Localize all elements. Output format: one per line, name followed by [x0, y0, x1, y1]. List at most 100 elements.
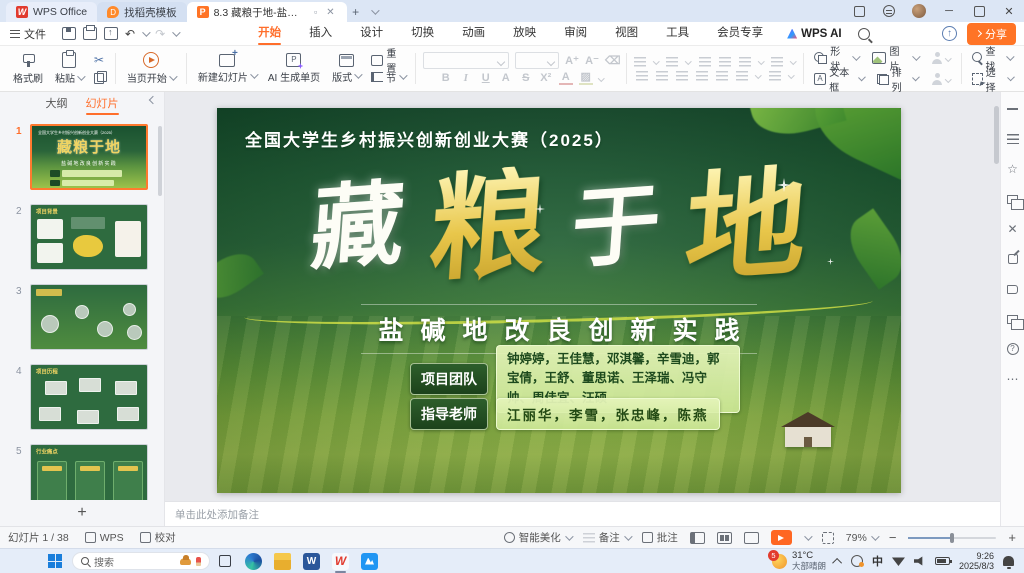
- objects-icon[interactable]: [1006, 192, 1020, 206]
- taskbar-clock[interactable]: 9:26 2025/8/3: [959, 551, 994, 572]
- task-view-button[interactable]: [216, 553, 233, 570]
- tab-docer-templates[interactable]: D 找稻壳模板: [97, 2, 187, 22]
- sync-tray-icon[interactable]: [851, 555, 863, 567]
- sidebar-scrollbar[interactable]: [158, 126, 162, 196]
- notes-button[interactable]: 备注: [583, 530, 630, 545]
- windows-start-button[interactable]: [48, 554, 62, 568]
- undo-dropdown-icon[interactable]: [142, 28, 150, 36]
- tab-view[interactable]: 视图: [601, 22, 652, 45]
- shapes-dropdown-icon[interactable]: [852, 52, 860, 60]
- arrange-button[interactable]: 排列: [874, 71, 920, 88]
- tools-icon[interactable]: ✕: [1006, 222, 1020, 236]
- taskbar-search-box[interactable]: 搜索: [72, 552, 210, 570]
- smart-beautify-button[interactable]: 智能美化: [504, 530, 571, 545]
- notification-bell-icon[interactable]: [1003, 556, 1014, 566]
- notes-dropdown-icon[interactable]: [624, 532, 632, 540]
- slide-main-title[interactable]: 藏 粮 于 地: [217, 146, 901, 306]
- layout-dropdown-icon[interactable]: [354, 70, 362, 78]
- slide-thumbnail-3[interactable]: 3: [30, 284, 148, 350]
- teacher-box[interactable]: 指导老师 江丽华，李雪，张忠峰，陈燕: [410, 398, 720, 430]
- zoom-out-button[interactable]: −: [889, 530, 897, 545]
- select-button[interactable]: 选择: [969, 71, 1015, 88]
- cloud-app-icon[interactable]: [361, 553, 378, 570]
- minimize-button[interactable]: ─: [934, 0, 964, 22]
- zoom-level[interactable]: 79%: [846, 532, 877, 544]
- find-dropdown-icon[interactable]: [1007, 53, 1015, 61]
- tab-design[interactable]: 设计: [346, 22, 397, 45]
- picture-dropdown-icon[interactable]: [912, 52, 920, 60]
- undo-icon[interactable]: ↶: [125, 27, 135, 41]
- tab-transitions[interactable]: 切换: [397, 22, 448, 45]
- add-slide-button[interactable]: +: [0, 500, 164, 526]
- slide-sorter-view-button[interactable]: [717, 532, 732, 544]
- favorites-star-icon[interactable]: ☆: [1006, 162, 1020, 176]
- tab-home[interactable]: 开始: [244, 22, 295, 45]
- font-family-select[interactable]: [423, 52, 509, 69]
- notes-bar[interactable]: 单击此处添加备注: [165, 501, 1000, 526]
- edge-browser-icon[interactable]: [245, 553, 262, 570]
- beautify-dropdown-icon[interactable]: [565, 532, 573, 540]
- properties-icon[interactable]: [1006, 132, 1020, 146]
- slide-thumbnail-4[interactable]: 4 项目历程: [30, 364, 148, 430]
- tab-member[interactable]: 会员专享: [703, 22, 777, 45]
- file-explorer-icon[interactable]: [274, 553, 291, 570]
- normal-view-button[interactable]: [690, 532, 705, 544]
- outline-tab[interactable]: 大纲: [46, 95, 68, 111]
- customize-toolbar-dropdown[interactable]: [172, 28, 180, 36]
- wps-ai-button[interactable]: WPS AI: [777, 28, 851, 40]
- help-icon[interactable]: ?: [1006, 342, 1020, 356]
- cut-button[interactable]: ✂: [91, 52, 108, 69]
- print-icon[interactable]: [83, 27, 97, 40]
- tab-tools[interactable]: 工具: [652, 22, 703, 45]
- layout-button[interactable]: 版式: [328, 53, 364, 85]
- wifi-icon[interactable]: [892, 556, 905, 566]
- tab-slideshow[interactable]: 放映: [499, 22, 550, 45]
- slide-thumbnail-5[interactable]: 5 行业痛点: [30, 444, 148, 500]
- textbox-button[interactable]: A文本框: [811, 71, 867, 88]
- ai-generate-page-button[interactable]: P AI 生成单页: [264, 52, 324, 85]
- tab-insert[interactable]: 插入: [295, 22, 346, 45]
- comments-button[interactable]: 批注: [642, 530, 678, 545]
- select-dropdown-icon[interactable]: [1007, 74, 1015, 82]
- textbox-dropdown-icon[interactable]: [858, 74, 866, 82]
- paste-button[interactable]: 粘贴: [51, 51, 87, 86]
- save-icon[interactable]: [62, 27, 76, 40]
- wps-assistant-button[interactable]: WPS: [85, 532, 124, 544]
- canvas-scrollbar[interactable]: [994, 106, 999, 164]
- zoom-slider[interactable]: [908, 537, 996, 539]
- zoom-dropdown-icon[interactable]: [871, 532, 879, 540]
- template-icon[interactable]: [1006, 252, 1020, 266]
- close-button[interactable]: ✕: [994, 0, 1024, 22]
- export-icon[interactable]: [104, 27, 118, 40]
- account-avatar[interactable]: [904, 0, 934, 22]
- search-icon[interactable]: [858, 28, 870, 40]
- play-from-current-button[interactable]: 当页开始: [123, 51, 179, 86]
- section-dropdown-icon[interactable]: [399, 71, 407, 79]
- format-painter-button[interactable]: 格式刷: [9, 52, 47, 86]
- tab-layout-icon[interactable]: [844, 0, 874, 22]
- tab-current-document[interactable]: P 8.3 藏粮于地-盐碱地改良创新 ▫ ✕: [187, 2, 347, 22]
- tab-split-icon[interactable]: ▫: [312, 7, 319, 17]
- tab-wps-home[interactable]: W WPS Office: [6, 2, 97, 22]
- word-app-icon[interactable]: W: [303, 553, 320, 570]
- show-hidden-icons-button[interactable]: [832, 557, 842, 567]
- tab-close-icon[interactable]: ✕: [324, 7, 336, 18]
- new-tab-button[interactable]: +: [347, 3, 365, 21]
- restore-button[interactable]: [964, 0, 994, 22]
- slide-canvas[interactable]: 全国大学生乡村振兴创新创业大赛（2025） 藏 粮 于 地 盐碱地改良创新实践: [165, 92, 1000, 501]
- wps-app-icon-active[interactable]: W: [332, 553, 349, 570]
- arrange-dropdown-icon[interactable]: [912, 74, 920, 82]
- collapse-panel-icon[interactable]: [149, 96, 157, 104]
- proofread-button[interactable]: 校对: [140, 530, 176, 545]
- volume-icon[interactable]: [914, 556, 926, 566]
- upload-cloud-icon[interactable]: ↑: [942, 26, 957, 41]
- new-slide-button[interactable]: 新建幻灯片: [194, 53, 260, 85]
- zoom-slider-thumb[interactable]: [950, 533, 954, 543]
- collapse-panel-button[interactable]: [1006, 102, 1020, 116]
- font-size-select[interactable]: [515, 52, 559, 69]
- slide-thumbnail-2[interactable]: 2 项目背景: [30, 204, 148, 270]
- section-button[interactable]: 节: [368, 69, 408, 86]
- signature-icon[interactable]: [1006, 282, 1020, 296]
- share-button[interactable]: 分享: [967, 23, 1016, 45]
- play-dropdown-icon[interactable]: [169, 72, 177, 80]
